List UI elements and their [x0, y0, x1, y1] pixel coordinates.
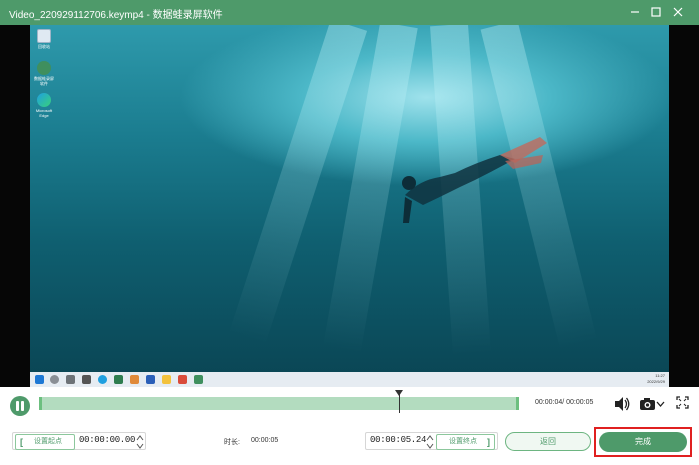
start-time-group: [ 设置起点 00:00:00.00	[12, 432, 146, 450]
desktop-icon-recorder: 数据蛙录屏软件	[33, 61, 55, 86]
playhead-marker-icon[interactable]	[395, 390, 403, 396]
task-view-icon	[66, 375, 75, 384]
taskbar-clock: 11:27 2022/9/29	[647, 373, 665, 384]
end-time-group: 00:00:05.24 设置终点 ]	[365, 432, 498, 450]
minimize-button[interactable]	[624, 3, 646, 21]
video-frame: 回收站 数据蛙录屏软件 Microsoft Edge 11:27 2022/9/…	[30, 25, 669, 387]
edge-browser-icon	[37, 93, 51, 107]
timeline-track[interactable]	[39, 397, 519, 410]
recycle-bin-icon	[37, 29, 51, 43]
trim-row: [ 设置起点 00:00:00.00 时长: 00:00:05 00:00:05…	[0, 427, 699, 458]
recorded-taskbar: 11:27 2022/9/29	[30, 372, 669, 387]
window-title: Video_220929112706.keymp4 - 数据蛙录屏软件	[9, 10, 223, 21]
playhead[interactable]	[399, 393, 400, 413]
video-preview-area[interactable]: 回收站 数据蛙录屏软件 Microsoft Edge 11:27 2022/9/…	[0, 25, 699, 387]
end-time-spinner-icon[interactable]	[426, 434, 434, 450]
chevron-down-icon[interactable]	[656, 401, 665, 407]
title-bar: Video_220929112706.keymp4 - 数据蛙录屏软件	[0, 0, 699, 25]
folder-taskbar-icon	[162, 375, 171, 384]
excel-taskbar-icon	[114, 375, 123, 384]
camera-icon[interactable]	[639, 396, 656, 411]
maximize-button[interactable]	[645, 3, 667, 21]
duration-value: 00:00:05	[251, 437, 279, 444]
playback-controls: 00:00:04/ 00:00:05 [ 设置起点 00:00:00.00 时长…	[0, 387, 699, 465]
duration-label: 时长:	[224, 439, 240, 446]
app-taskbar-icon	[130, 375, 139, 384]
minimize-icon	[631, 11, 639, 13]
app-red-taskbar-icon	[178, 375, 187, 384]
trim-start-handle[interactable]	[39, 397, 42, 410]
bracket-right-icon: ]	[487, 437, 490, 447]
edge-taskbar-icon	[98, 375, 107, 384]
end-time-field[interactable]: 00:00:05.24	[370, 435, 426, 445]
fullscreen-icon[interactable]	[676, 396, 689, 409]
start-time-field[interactable]: 00:00:00.00	[79, 435, 135, 445]
volume-icon[interactable]	[613, 396, 631, 412]
pause-icon	[16, 401, 19, 411]
close-button[interactable]	[667, 3, 689, 21]
bracket-left-icon: [	[20, 437, 23, 447]
set-start-button[interactable]: [ 设置起点	[15, 434, 75, 450]
done-button-highlight: 完成	[594, 427, 692, 457]
windows-start-icon	[35, 375, 44, 384]
set-end-button[interactable]: 设置终点 ]	[436, 434, 495, 450]
word-taskbar-icon	[146, 375, 155, 384]
desktop-icon-edge: Microsoft Edge	[33, 93, 55, 118]
time-readout: 00:00:04/ 00:00:05	[535, 399, 594, 406]
maximize-icon	[651, 7, 661, 17]
close-icon	[673, 7, 683, 17]
recorder-taskbar-icon	[194, 375, 203, 384]
trim-end-handle[interactable]	[516, 397, 519, 410]
desktop-icon-recycle-bin: 回收站	[33, 29, 55, 49]
back-button[interactable]: 返回	[505, 432, 591, 451]
done-button[interactable]: 完成	[599, 432, 687, 452]
start-time-spinner-icon[interactable]	[136, 434, 144, 450]
widgets-icon	[82, 375, 91, 384]
recorder-app-icon	[37, 61, 51, 75]
search-icon	[50, 375, 59, 384]
swimmer-figure	[402, 137, 547, 223]
pause-button[interactable]	[10, 396, 30, 416]
